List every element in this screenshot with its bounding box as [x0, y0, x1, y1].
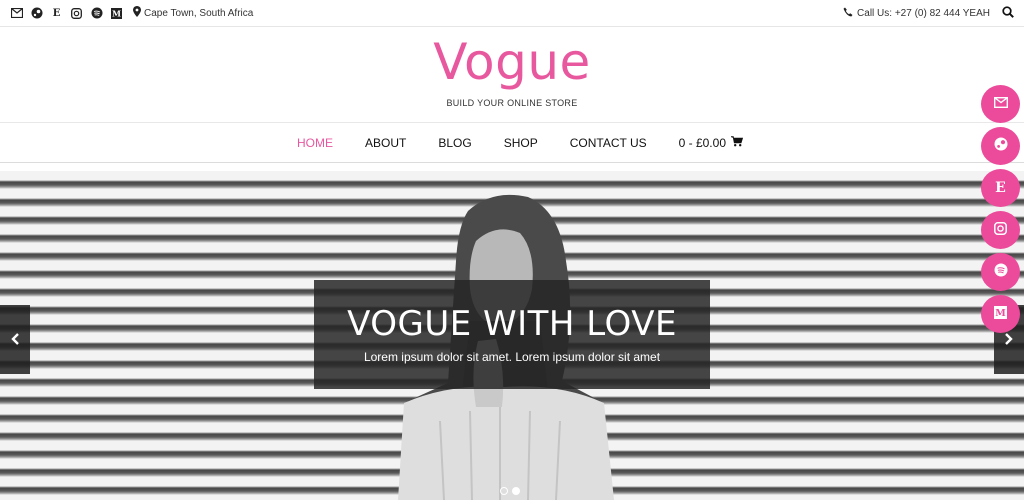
- spotify-icon[interactable]: [90, 7, 103, 20]
- top-bar: E M Cape Town, South Africa Call Us: +27…: [0, 0, 1024, 27]
- floating-medium-button[interactable]: M: [981, 295, 1020, 333]
- floating-etsy-button[interactable]: E: [981, 169, 1020, 207]
- chevron-left-icon: [10, 332, 20, 348]
- slider-dots: [500, 487, 520, 495]
- map-marker-icon: [133, 6, 141, 20]
- slide-subtitle: Lorem ipsum dolor sit amet. Lorem ipsum …: [363, 350, 661, 364]
- slide-title: VOGUE WITH LOVE: [347, 304, 677, 344]
- phone-text: Call Us: +27 (0) 82 444 YEAH: [857, 7, 990, 19]
- slider-dot-active[interactable]: [512, 487, 520, 495]
- nav-item-shop[interactable]: SHOP: [504, 136, 538, 150]
- slider-dot[interactable]: [500, 487, 508, 495]
- spotify-icon: [994, 263, 1008, 281]
- nav-item-contact[interactable]: CONTACT US: [570, 136, 647, 150]
- floating-social-bar: E M: [981, 85, 1020, 333]
- floating-envelope-button[interactable]: [981, 85, 1020, 123]
- shopping-cart-icon: [731, 136, 744, 150]
- cart-link[interactable]: 0 - £0.00: [678, 136, 744, 150]
- floating-spotify-button[interactable]: [981, 253, 1020, 291]
- location-text: Cape Town, South Africa: [144, 7, 254, 19]
- medium-icon: M: [994, 305, 1007, 323]
- floating-instagram-button[interactable]: [981, 211, 1020, 249]
- nav-item-home[interactable]: HOME: [297, 136, 333, 150]
- phone: Call Us: +27 (0) 82 444 YEAH: [843, 7, 990, 20]
- nav-item-blog[interactable]: BLOG: [438, 136, 471, 150]
- phone-icon: [843, 7, 853, 20]
- etsy-icon: E: [995, 180, 1006, 196]
- slider-prev-button[interactable]: [0, 305, 30, 374]
- svg-text:M: M: [995, 308, 1006, 319]
- nav-item-about[interactable]: ABOUT: [365, 136, 406, 150]
- instagram-icon[interactable]: [70, 7, 83, 20]
- top-social-links: E M: [10, 7, 123, 20]
- location: Cape Town, South Africa: [133, 6, 253, 20]
- top-right: Call Us: +27 (0) 82 444 YEAH: [843, 5, 1014, 21]
- main-nav: HOME ABOUT BLOG SHOP CONTACT US 0 - £0.0…: [0, 124, 1024, 163]
- floating-steam-button[interactable]: [981, 127, 1020, 165]
- envelope-icon[interactable]: [10, 7, 23, 20]
- cart-total: 0 - £0.00: [678, 136, 726, 150]
- slide-caption: VOGUE WITH LOVE Lorem ipsum dolor sit am…: [314, 280, 710, 389]
- steam-icon[interactable]: [30, 7, 43, 20]
- svg-text:M: M: [112, 8, 121, 18]
- chevron-right-icon: [1004, 332, 1014, 348]
- envelope-icon: [993, 96, 1008, 112]
- medium-icon[interactable]: M: [110, 7, 123, 20]
- hero-slider: VOGUE WITH LOVE Lorem ipsum dolor sit am…: [0, 171, 1024, 500]
- instagram-icon: [994, 221, 1007, 239]
- search-icon[interactable]: [1002, 5, 1014, 21]
- site-tagline: BUILD YOUR ONLINE STORE: [446, 98, 578, 108]
- etsy-icon[interactable]: E: [50, 7, 63, 20]
- site-logo[interactable]: Vogue: [0, 37, 1024, 87]
- steam-icon: [994, 137, 1008, 155]
- site-header: Vogue BUILD YOUR ONLINE STORE: [0, 27, 1024, 123]
